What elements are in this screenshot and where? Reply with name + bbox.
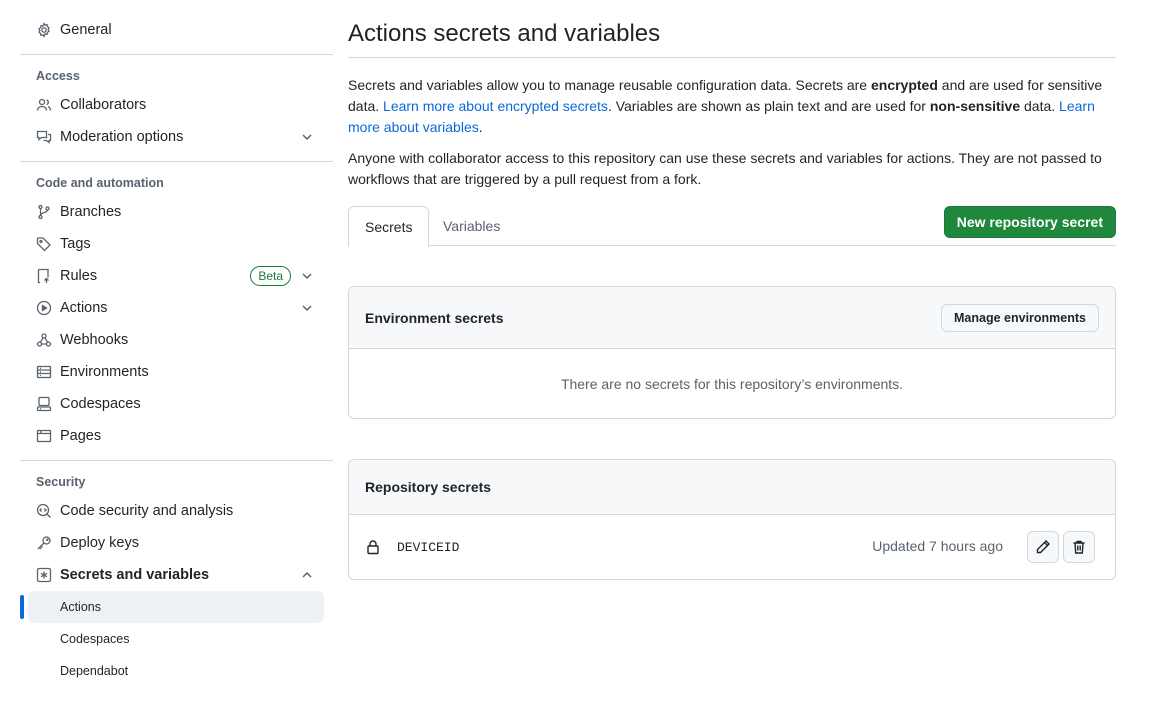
new-repository-secret-button[interactable]: New repository secret <box>943 206 1116 238</box>
sidebar-heading-access: Access <box>36 69 80 83</box>
sidebar-item-label: Environments <box>60 364 149 380</box>
sidebar-item-tags[interactable]: Tags <box>20 228 333 260</box>
page-title: Actions secrets and variables <box>348 0 1116 58</box>
sidebar-item-label: Secrets and variables <box>60 567 210 583</box>
sidebar-item-pages[interactable]: Pages <box>20 420 333 452</box>
asterisk-box-icon <box>36 567 52 583</box>
codescan-icon <box>36 503 52 519</box>
sidebar-item-label: Webhooks <box>60 332 129 348</box>
sidebar-divider <box>20 161 333 162</box>
people-icon <box>36 97 52 113</box>
sidebar-item-label: Actions <box>60 300 108 316</box>
sidebar-item-label: Codespaces <box>60 396 141 412</box>
sidebar-item-collaborators[interactable]: Collaborators <box>20 89 333 121</box>
chevron-down-icon[interactable] <box>299 268 315 284</box>
intro-text: data. <box>1020 98 1060 114</box>
tab-variables[interactable]: Variables <box>427 206 516 246</box>
comment-discussion-icon <box>36 129 52 145</box>
sidebar-subitem-actions[interactable]: Actions <box>20 591 324 623</box>
repository-secrets-header: Repository secrets <box>349 460 1115 515</box>
access-note: Anyone with collaborator access to this … <box>348 150 1102 187</box>
browser-icon <box>36 428 52 444</box>
sidebar-item-webhooks[interactable]: Webhooks <box>20 324 333 356</box>
settings-sidebar: General Access Collaborators Moderation … <box>20 0 333 687</box>
sidebar-item-environments[interactable]: Environments <box>20 356 333 388</box>
sidebar-item-code-security[interactable]: Code security and analysis <box>20 495 333 527</box>
secret-updated: Updated 7 hours ago <box>872 538 1003 554</box>
chevron-down-icon[interactable] <box>299 300 315 316</box>
secret-name: DEVICEID <box>397 539 460 555</box>
sidebar-heading-security: Security <box>36 475 86 489</box>
intro-text: . Variables are shown as plain text and … <box>607 98 930 114</box>
intro-text: . <box>478 119 483 135</box>
intro-paragraph: Secrets and variables allow you to manag… <box>348 75 1116 138</box>
trash-icon <box>1073 540 1085 554</box>
secret-row: DEVICEID Updated 7 hours ago <box>349 515 1115 579</box>
sidebar-item-label: Deploy keys <box>60 535 139 551</box>
environment-secrets-title: Environment secrets <box>365 309 504 326</box>
lock-icon <box>367 540 379 555</box>
delete-secret-button[interactable] <box>1063 531 1095 563</box>
gear-icon <box>36 22 52 38</box>
sidebar-divider <box>20 460 333 461</box>
sidebar-item-label: Branches <box>60 204 122 220</box>
sidebar-item-codespaces[interactable]: Codespaces <box>20 388 333 420</box>
git-branch-icon <box>36 204 52 220</box>
sidebar-item-general[interactable]: General <box>20 14 333 46</box>
repository-secrets-box: Repository secrets DEVICEID Updated 7 ho… <box>348 459 1116 580</box>
intro-text: Secrets and variables allow you to manag… <box>348 77 871 93</box>
sidebar-item-label: Tags <box>60 236 91 252</box>
sidebar-item-moderation[interactable]: Moderation options <box>20 121 333 153</box>
repo-push-icon <box>36 268 52 284</box>
sidebar-item-branches[interactable]: Branches <box>20 196 333 228</box>
sidebar-item-label: Collaborators <box>60 97 147 113</box>
learn-more-secrets-link[interactable]: Learn more about encrypted secrets <box>383 98 608 114</box>
play-icon <box>36 300 52 316</box>
pencil-icon <box>1036 540 1050 554</box>
sidebar-subitem-codespaces[interactable]: Codespaces <box>20 623 333 655</box>
sidebar-subitem-dependabot[interactable]: Dependabot <box>20 655 333 687</box>
sidebar-item-label: General <box>60 22 112 38</box>
intro-emphasis: non-sensitive <box>929 98 1021 114</box>
sidebar-divider <box>20 54 333 55</box>
edit-secret-button[interactable] <box>1027 531 1059 563</box>
codespaces-icon <box>36 396 52 412</box>
manage-environments-button[interactable]: Manage environments <box>941 303 1099 332</box>
tabs-row: Secrets Variables New repository secret <box>348 206 1116 247</box>
intro-emphasis: encrypted <box>870 77 938 93</box>
environment-secrets-empty: There are no secrets for this repository… <box>560 375 904 392</box>
sidebar-item-label: Moderation options <box>60 129 184 145</box>
tag-icon <box>36 236 52 252</box>
server-icon <box>36 364 52 380</box>
sidebar-item-deploy-keys[interactable]: Deploy keys <box>20 527 333 559</box>
sidebar-item-label: Code security and analysis <box>60 503 234 519</box>
repository-secrets-title: Repository secrets <box>365 479 492 495</box>
sidebar-item-label: Pages <box>60 428 102 444</box>
sidebar-item-actions[interactable]: Actions <box>20 292 333 324</box>
chevron-down-icon[interactable] <box>299 129 315 145</box>
sidebar-item-label: Rules <box>60 268 98 284</box>
sidebar-item-secrets-variables[interactable]: Secrets and variables <box>20 559 333 591</box>
webhook-icon <box>36 332 52 348</box>
beta-badge: Beta <box>250 266 291 286</box>
tab-secrets[interactable]: Secrets <box>348 206 430 247</box>
sidebar-heading-code-automation: Code and automation <box>36 176 164 190</box>
key-icon <box>36 535 52 551</box>
chevron-up-icon[interactable] <box>299 567 315 583</box>
main-content: Actions secrets and variables Secrets an… <box>348 0 1116 580</box>
environment-secrets-box: Environment secrets Manage environments … <box>348 286 1116 419</box>
environment-secrets-header: Environment secrets Manage environments <box>349 287 1115 349</box>
sidebar-item-rules[interactable]: Rules Beta <box>20 260 333 292</box>
